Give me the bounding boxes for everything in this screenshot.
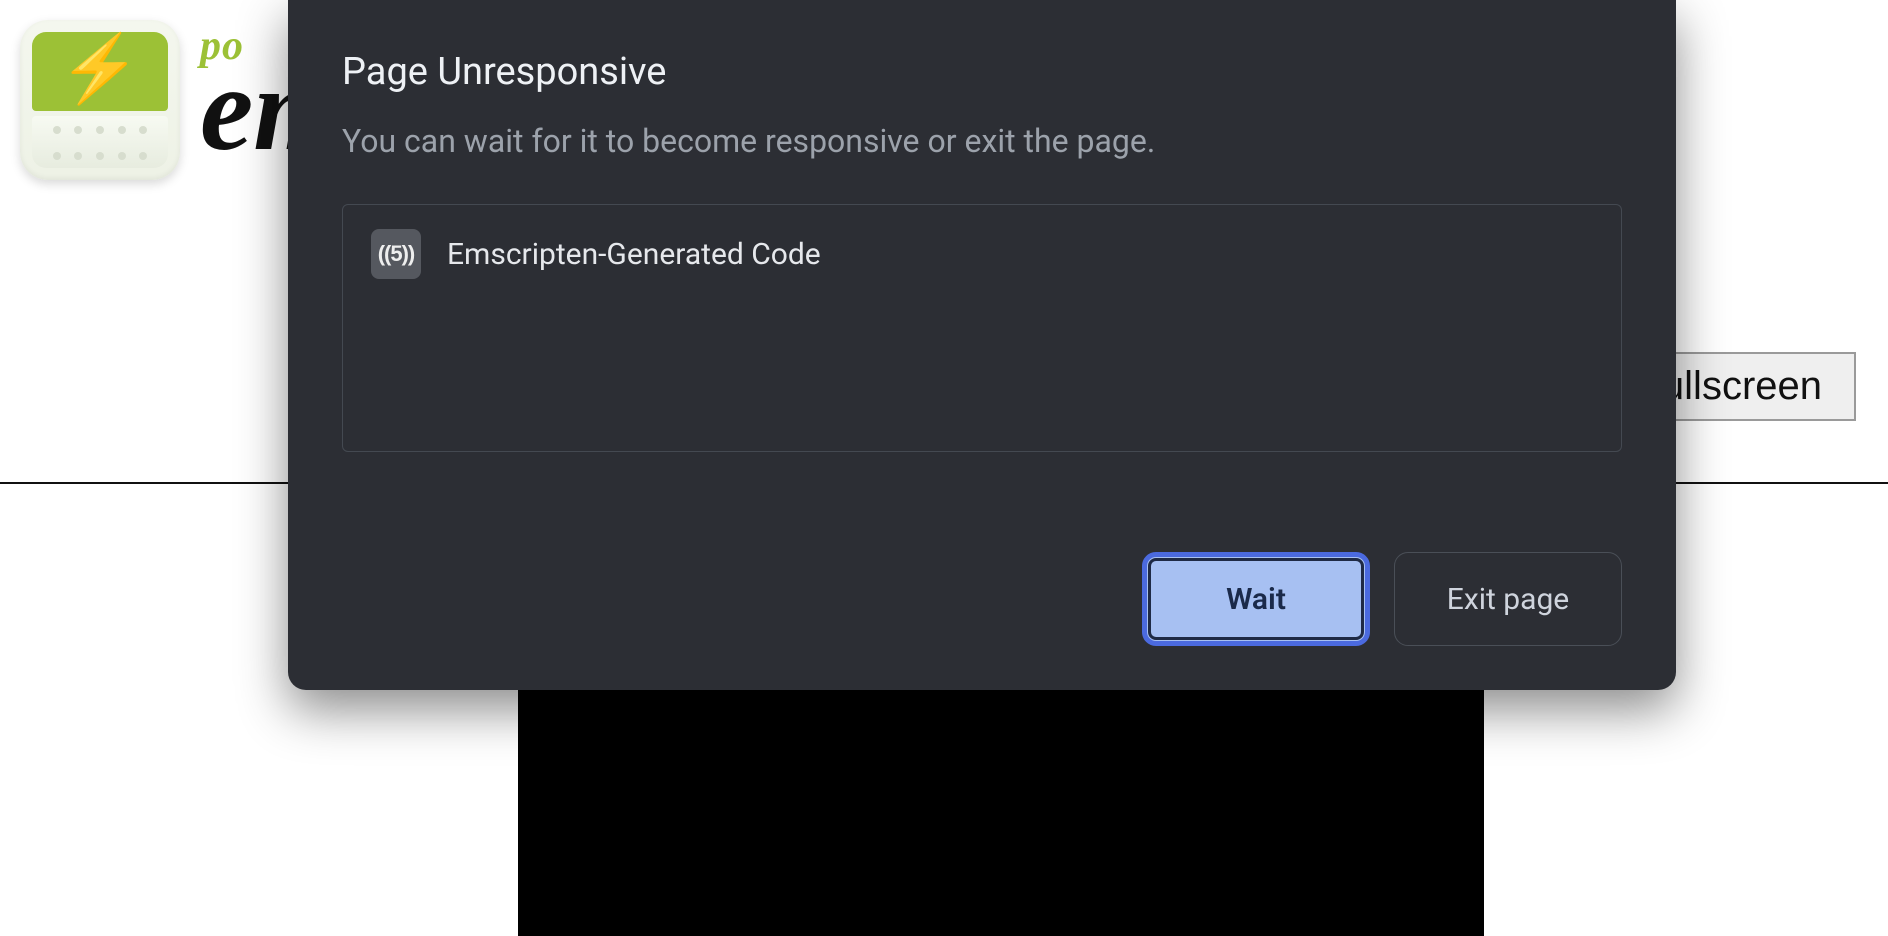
wait-button[interactable]: Wait <box>1142 552 1370 646</box>
dialog-button-row: Wait Exit page <box>342 552 1622 646</box>
dialog-title: Page Unresponsive <box>342 50 1622 94</box>
list-item: ((5)) Emscripten-Generated Code <box>371 229 1593 279</box>
logo-top-panel: ⚡ <box>32 32 168 111</box>
canvas-area[interactable] <box>518 690 1484 936</box>
lightning-icon: ⚡ <box>59 31 141 108</box>
page-background: ⚡ po em Fullscreen Page Unresponsive You… <box>0 0 1888 936</box>
logo-bottom-panel <box>32 116 168 168</box>
tab-title: Emscripten-Generated Code <box>447 237 821 272</box>
page-unresponsive-dialog: Page Unresponsive You can wait for it to… <box>288 0 1676 690</box>
unresponsive-tabs-list: ((5)) Emscripten-Generated Code <box>342 204 1622 452</box>
tab-favicon-icon: ((5)) <box>371 229 421 279</box>
dialog-subtitle: You can wait for it to become responsive… <box>342 122 1622 160</box>
exit-page-button[interactable]: Exit page <box>1394 552 1622 646</box>
app-logo: ⚡ <box>20 20 180 180</box>
